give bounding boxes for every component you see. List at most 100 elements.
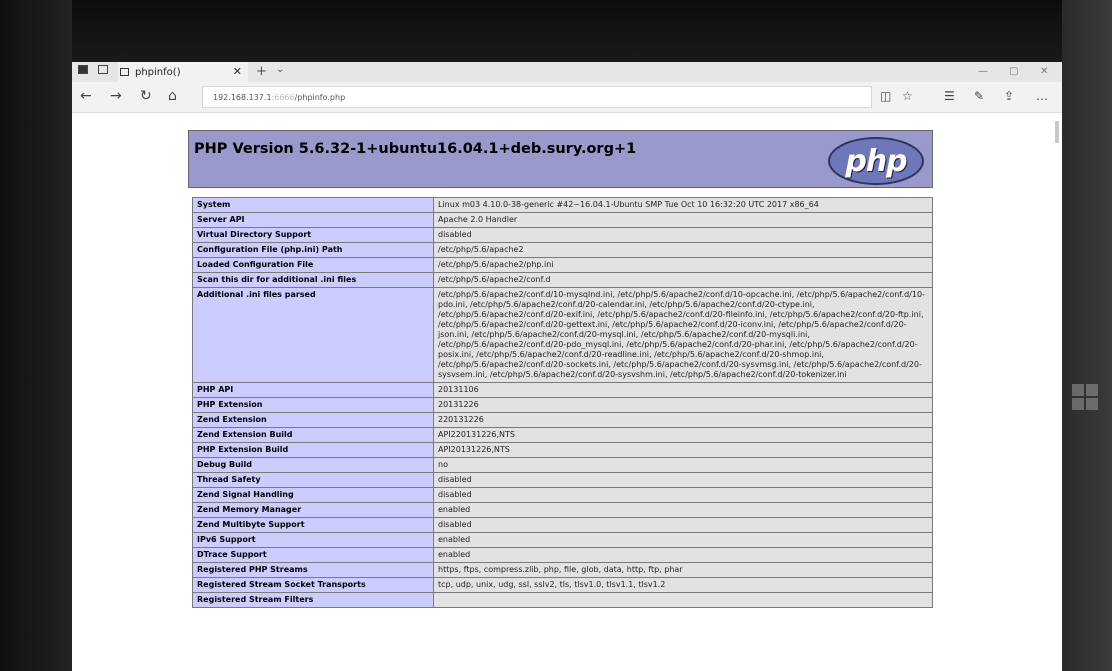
header-banner: PHP Version 5.6.32-1+ubuntu16.04.1+deb.s… <box>188 130 933 188</box>
row-value: /etc/php/5.6/apache2 <box>433 242 933 258</box>
row-value: enabled <box>433 502 933 518</box>
table-row: IPv6 Support enabled <box>192 532 933 548</box>
row-key: DTrace Support <box>192 547 434 563</box>
minimize-icon[interactable]: — <box>978 66 988 77</box>
row-key: Zend Extension <box>192 412 434 428</box>
row-value: /etc/php/5.6/apache2/php.ini <box>433 257 933 273</box>
row-key: Virtual Directory Support <box>192 227 434 243</box>
row-value: 220131226 <box>433 412 933 428</box>
address-bar[interactable]: 192.168.137.1:6666/phpinfo.php <box>202 86 872 108</box>
table-row: System Linux m03 4.10.0-38-generic #42~16… <box>192 197 933 213</box>
row-value: Linux m03 4.10.0-38-generic #42~16.04.1-… <box>433 197 933 213</box>
share-icon[interactable]: ⇪ <box>1004 89 1014 103</box>
table-row: Scan this dir for additional .ini files /… <box>192 272 933 288</box>
row-key: Additional .ini files parsed <box>192 287 434 383</box>
table-row: Configuration File (php.ini) Path/etc/ph… <box>192 242 933 258</box>
row-key: Zend Extension Build <box>192 427 434 443</box>
set-aside-tabs-icon[interactable] <box>78 65 88 74</box>
forward-icon[interactable]: → <box>110 88 122 104</box>
table-row: Zend Multibyte Support disabled <box>192 517 933 533</box>
page-title: PHP Version 5.6.32-1+ubuntu16.04.1+deb.s… <box>194 141 637 157</box>
device-bezel-left <box>0 0 72 671</box>
table-row: PHP Extension 20131226 <box>192 397 933 413</box>
row-value: Apache 2.0 Handler <box>433 212 933 228</box>
refresh-icon[interactable]: ↻ <box>140 88 152 104</box>
row-value: disabled <box>433 227 933 243</box>
more-menu-icon[interactable]: … <box>1036 89 1048 103</box>
tab-phpinfo[interactable]: phpinfo() ✕ <box>118 62 248 82</box>
table-row: Debug Build no <box>192 457 933 473</box>
table-row: Zend Extension 220131226 <box>192 412 933 428</box>
page-content: PHP Version 5.6.32-1+ubuntu16.04.1+deb.s… <box>72 113 1062 671</box>
row-key: Debug Build <box>192 457 434 473</box>
row-key: Server API <box>192 212 434 228</box>
row-value: /etc/php/5.6/apache2/conf.d/10-mysqlnd.i… <box>433 287 933 383</box>
table-row: Thread Safety disabled <box>192 472 933 488</box>
reading-view-icon[interactable]: ◫ <box>880 89 891 103</box>
close-tab-icon[interactable]: ✕ <box>233 65 242 78</box>
row-value: API20131226,NTS <box>433 442 933 458</box>
close-window-icon[interactable]: ✕ <box>1040 66 1048 77</box>
row-value: disabled <box>433 472 933 488</box>
row-value: tcp, udp, unix, udg, ssl, sslv2, tls, tl… <box>433 577 933 593</box>
windows-logo-icon <box>1072 384 1098 410</box>
home-icon[interactable]: ⌂ <box>168 88 177 104</box>
tab-list-chevron-icon[interactable]: ⌄ <box>276 64 284 75</box>
row-key: Zend Memory Manager <box>192 502 434 518</box>
php-logo: php <box>828 137 924 185</box>
tab-title: phpinfo() <box>135 66 181 78</box>
table-row: Registered Stream Filters <box>192 592 933 608</box>
row-value: https, ftps, compress.zlib, php, file, g… <box>433 562 933 578</box>
new-tab-icon[interactable]: + <box>256 64 267 79</box>
row-value: 20131106 <box>433 382 933 398</box>
row-key: Configuration File (php.ini) Path <box>192 242 434 258</box>
row-value: enabled <box>433 547 933 563</box>
maximize-icon[interactable]: ▢ <box>1009 66 1018 77</box>
row-value: 20131226 <box>433 397 933 413</box>
favorites-hub-icon[interactable]: ☰ <box>944 89 955 103</box>
tab-preview-icon[interactable] <box>98 65 108 74</box>
row-key: Registered Stream Socket Transports <box>192 577 434 593</box>
table-row: Zend Signal Handling disabled <box>192 487 933 503</box>
table-row: Registered PHP Streams https, ftps, compr… <box>192 562 933 578</box>
table-row: Virtual Directory Support disabled <box>192 227 933 243</box>
url-host: 192.168.137.1 <box>213 93 272 102</box>
row-value: enabled <box>433 532 933 548</box>
url-path: /phpinfo.php <box>294 93 346 102</box>
table-row: Server API Apache 2.0 Handler <box>192 212 933 228</box>
row-key: Zend Signal Handling <box>192 487 434 503</box>
favorite-star-icon[interactable]: ☆ <box>902 89 913 103</box>
row-key: PHP Extension <box>192 397 434 413</box>
row-key: Registered Stream Filters <box>192 592 434 608</box>
table-row: Loaded Configuration File/etc/php/5.6/ap… <box>192 257 933 273</box>
table-row: Additional .ini files parsed/etc/php/5.6… <box>192 287 933 383</box>
row-value: disabled <box>433 517 933 533</box>
url-port: :6666 <box>271 93 295 102</box>
info-table: System Linux m03 4.10.0-38-generic #42~16… <box>192 197 933 608</box>
row-value: no <box>433 457 933 473</box>
table-row: DTrace Support enabled <box>192 547 933 563</box>
row-key: Scan this dir for additional .ini files <box>192 272 434 288</box>
tab-bar: phpinfo() ✕ + ⌄ — ▢ ✕ <box>72 62 1062 82</box>
row-key: IPv6 Support <box>192 532 434 548</box>
web-note-icon[interactable]: ✎ <box>974 89 984 103</box>
row-key: PHP API <box>192 382 434 398</box>
table-row: Zend Extension Build API220131226,NTS <box>192 427 933 443</box>
row-value: disabled <box>433 487 933 503</box>
row-key: Loaded Configuration File <box>192 257 434 273</box>
row-value <box>433 592 933 608</box>
address-toolbar: ← → ↻ ⌂ 192.168.137.1:6666/phpinfo.php ◫… <box>72 82 1062 113</box>
row-key: PHP Extension Build <box>192 442 434 458</box>
table-row: PHP Extension Build API20131226,NTS <box>192 442 933 458</box>
browser-window: phpinfo() ✕ + ⌄ — ▢ ✕ ← → ↻ ⌂ 192.168.13… <box>72 62 1062 671</box>
row-key: Thread Safety <box>192 472 434 488</box>
table-row: Zend Memory Manager enabled <box>192 502 933 518</box>
row-key: Zend Multibyte Support <box>192 517 434 533</box>
row-key: Registered PHP Streams <box>192 562 434 578</box>
back-icon[interactable]: ← <box>80 88 92 104</box>
device-bezel-right <box>1062 0 1112 671</box>
page-icon <box>120 68 129 76</box>
scrollbar[interactable] <box>1055 121 1059 143</box>
phpinfo-header: PHP Version 5.6.32-1+ubuntu16.04.1+deb.s… <box>188 130 933 188</box>
row-value: /etc/php/5.6/apache2/conf.d <box>433 272 933 288</box>
